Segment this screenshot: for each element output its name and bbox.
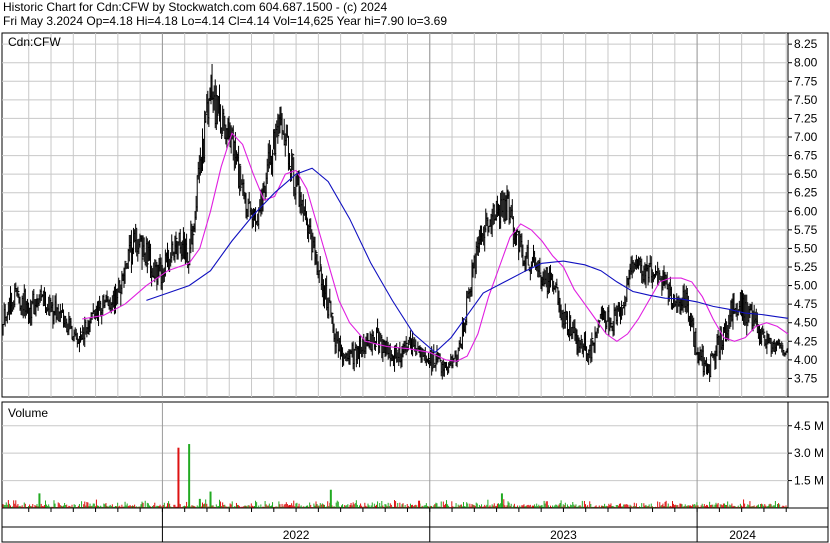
volume-panel: 4.5 M 3.0 M 1.5 M Volume: [1, 401, 829, 509]
price-tick-label: 6.75: [794, 149, 818, 163]
year-label: 2023: [550, 528, 577, 542]
year-strip: [1, 526, 829, 543]
price-tick-label: 4.25: [794, 334, 818, 348]
year-label: 2024: [729, 528, 756, 542]
date-axis: 2022 2023 2024: [1, 507, 829, 543]
year-label: 2022: [283, 528, 310, 542]
price-panel: 8.25 8.00 7.75 7.50 7.25 7.00 6.75 6.50 6.25 6.00…: [1, 32, 829, 398]
price-tick-label: 5.00: [794, 279, 818, 293]
price-tick-label: 5.50: [794, 241, 818, 255]
volume-panel-frame: [1, 401, 829, 509]
price-tick-label: 6.25: [794, 186, 818, 200]
price-panel-title: Cdn:CFW: [8, 35, 61, 49]
month-strip: [1, 507, 829, 528]
price-tick-label: 7.25: [794, 111, 818, 125]
volume-tick-label: 3.0 M: [794, 446, 824, 460]
volume-tick-label: 4.5 M: [794, 419, 824, 433]
price-tick-label: 5.25: [794, 260, 818, 274]
price-tick-label: 7.75: [794, 74, 818, 88]
volume-tick-label: 1.5 M: [794, 474, 824, 488]
price-tick-label: 7.50: [794, 93, 818, 107]
price-tick-label: 6.00: [794, 204, 818, 218]
chart-svg: 8.25 8.00 7.75 7.50 7.25 7.00 6.75 6.50 6.25 6.00…: [1, 32, 829, 543]
price-tick-label: 8.00: [794, 56, 818, 70]
price-tick-label: 4.75: [794, 297, 818, 311]
price-tick-label: 5.75: [794, 223, 818, 237]
price-tick-label: 8.25: [794, 37, 818, 51]
price-tick-label: 6.50: [794, 167, 818, 181]
price-tick-label: 3.75: [794, 371, 818, 385]
volume-panel-title: Volume: [8, 406, 48, 420]
price-tick-label: 7.00: [794, 130, 818, 144]
price-tick-label: 4.50: [794, 316, 818, 330]
price-tick-label: 4.00: [794, 353, 818, 367]
stock-chart-page: Historic Chart for Cdn:CFW by Stockwatch…: [0, 0, 830, 543]
